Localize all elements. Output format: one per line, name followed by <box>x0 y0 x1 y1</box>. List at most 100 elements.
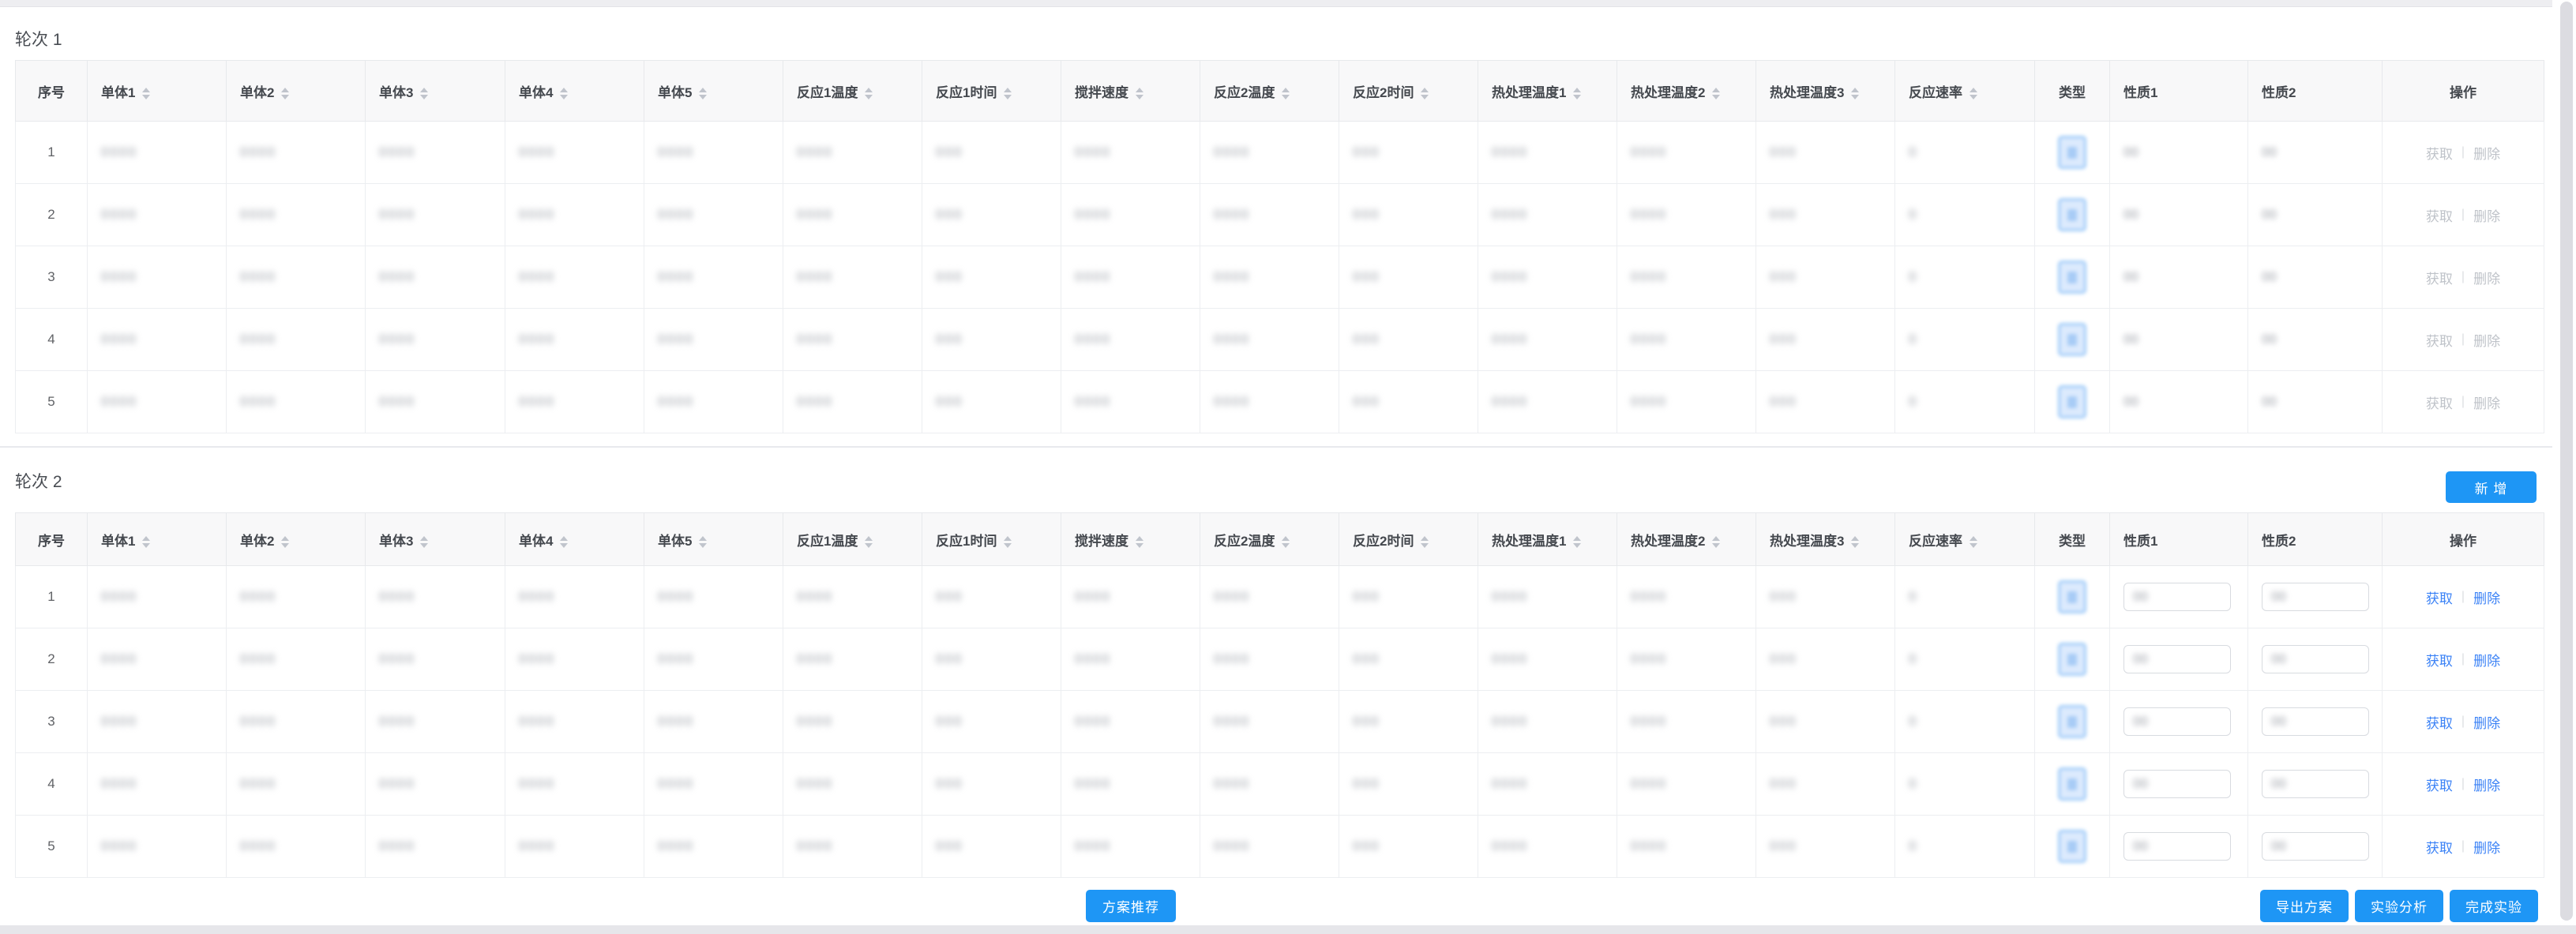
sort-ascending-icon[interactable] <box>1573 536 1581 541</box>
delete-link[interactable]: 删除 <box>2473 587 2500 607</box>
sort-descending-icon[interactable] <box>281 543 289 548</box>
sort-icons[interactable] <box>699 536 707 548</box>
sort-icons[interactable] <box>142 536 150 548</box>
sort-descending-icon[interactable] <box>142 95 150 99</box>
column-header-m2[interactable]: 单体2 <box>227 61 366 122</box>
sort-ascending-icon[interactable] <box>281 536 289 541</box>
get-link[interactable]: 获取 <box>2426 837 2453 857</box>
property-input[interactable]: 00 <box>2262 583 2369 611</box>
column-header-m4[interactable]: 单体4 <box>505 61 644 122</box>
property-input[interactable]: 00 <box>2262 645 2369 673</box>
column-header-heat2[interactable]: 热处理温度2 <box>1617 61 1756 122</box>
sort-icons[interactable] <box>281 88 289 99</box>
delete-link[interactable]: 删除 <box>2473 837 2500 857</box>
column-header-stir[interactable]: 搅拌速度 <box>1061 61 1200 122</box>
sort-icons[interactable] <box>560 536 568 548</box>
sort-ascending-icon[interactable] <box>1712 88 1720 92</box>
sort-icons[interactable] <box>1970 88 1977 99</box>
sort-ascending-icon[interactable] <box>1851 88 1859 92</box>
sort-ascending-icon[interactable] <box>1282 88 1290 92</box>
sort-descending-icon[interactable] <box>1851 543 1859 548</box>
get-link[interactable]: 获取 <box>2426 650 2453 670</box>
sort-ascending-icon[interactable] <box>1421 536 1429 541</box>
column-header-heat2[interactable]: 热处理温度2 <box>1617 513 1756 566</box>
property-input[interactable]: 00 <box>2124 707 2231 736</box>
column-header-r1time[interactable]: 反应1时间 <box>922 513 1061 566</box>
sort-icons[interactable] <box>865 88 873 99</box>
sort-ascending-icon[interactable] <box>281 88 289 92</box>
sort-descending-icon[interactable] <box>1136 95 1143 99</box>
sort-icons[interactable] <box>281 536 289 548</box>
sort-descending-icon[interactable] <box>1851 95 1859 99</box>
column-header-r1temp[interactable]: 反应1温度 <box>783 513 922 566</box>
sort-icons[interactable] <box>1712 88 1720 99</box>
sort-ascending-icon[interactable] <box>420 88 428 92</box>
sort-descending-icon[interactable] <box>1970 543 1977 548</box>
delete-link[interactable]: 删除 <box>2473 712 2500 732</box>
column-header-stir[interactable]: 搅拌速度 <box>1061 513 1200 566</box>
column-header-rate[interactable]: 反应速率 <box>1895 513 2035 566</box>
sort-ascending-icon[interactable] <box>1421 88 1429 92</box>
delete-link[interactable]: 删除 <box>2473 775 2500 794</box>
sort-ascending-icon[interactable] <box>699 88 707 92</box>
export-plan-button[interactable]: 导出方案 <box>2260 890 2349 922</box>
sort-icons[interactable] <box>1004 88 1012 99</box>
get-link[interactable]: 获取 <box>2426 712 2453 732</box>
column-header-heat1[interactable]: 热处理温度1 <box>1478 61 1617 122</box>
sort-descending-icon[interactable] <box>281 95 289 99</box>
sort-descending-icon[interactable] <box>865 95 873 99</box>
sort-icons[interactable] <box>560 88 568 99</box>
sort-descending-icon[interactable] <box>1282 95 1290 99</box>
sort-ascending-icon[interactable] <box>142 536 150 541</box>
sort-ascending-icon[interactable] <box>1970 88 1977 92</box>
sort-descending-icon[interactable] <box>1282 543 1290 548</box>
sort-icons[interactable] <box>1004 536 1012 548</box>
column-header-m1[interactable]: 单体1 <box>88 513 227 566</box>
sort-descending-icon[interactable] <box>1712 543 1720 548</box>
sort-ascending-icon[interactable] <box>1004 88 1012 92</box>
column-header-r2temp[interactable]: 反应2温度 <box>1200 61 1339 122</box>
sort-descending-icon[interactable] <box>1421 95 1429 99</box>
column-header-m5[interactable]: 单体5 <box>644 513 783 566</box>
column-header-m4[interactable]: 单体4 <box>505 513 644 566</box>
property-input[interactable]: 00 <box>2124 832 2231 861</box>
sort-ascending-icon[interactable] <box>560 88 568 92</box>
get-link[interactable]: 获取 <box>2426 775 2453 794</box>
sort-ascending-icon[interactable] <box>142 88 150 92</box>
sort-descending-icon[interactable] <box>699 95 707 99</box>
column-header-r1temp[interactable]: 反应1温度 <box>783 61 922 122</box>
sort-ascending-icon[interactable] <box>865 88 873 92</box>
sort-ascending-icon[interactable] <box>1136 88 1143 92</box>
sort-ascending-icon[interactable] <box>560 536 568 541</box>
property-input[interactable]: 00 <box>2262 770 2369 798</box>
add-row-button[interactable]: 新 增 <box>2446 471 2537 503</box>
recommend-plan-button[interactable]: 方案推荐 <box>1086 890 1176 922</box>
sort-icons[interactable] <box>1421 88 1429 99</box>
sort-icons[interactable] <box>1282 536 1290 548</box>
sort-ascending-icon[interactable] <box>1851 536 1859 541</box>
sort-icons[interactable] <box>420 88 428 99</box>
sort-ascending-icon[interactable] <box>1282 536 1290 541</box>
sort-descending-icon[interactable] <box>420 543 428 548</box>
sort-ascending-icon[interactable] <box>1712 536 1720 541</box>
sort-descending-icon[interactable] <box>1573 543 1581 548</box>
sort-icons[interactable] <box>1573 536 1581 548</box>
column-header-r2temp[interactable]: 反应2温度 <box>1200 513 1339 566</box>
sort-ascending-icon[interactable] <box>1136 536 1143 541</box>
property-input[interactable]: 00 <box>2262 707 2369 736</box>
sort-descending-icon[interactable] <box>142 543 150 548</box>
property-input[interactable]: 00 <box>2124 583 2231 611</box>
sort-descending-icon[interactable] <box>1004 543 1012 548</box>
property-input[interactable]: 00 <box>2124 770 2231 798</box>
column-header-heat3[interactable]: 热处理温度3 <box>1756 513 1895 566</box>
column-header-r1time[interactable]: 反应1时间 <box>922 61 1061 122</box>
sort-icons[interactable] <box>865 536 873 548</box>
sort-descending-icon[interactable] <box>1573 95 1581 99</box>
column-header-rate[interactable]: 反应速率 <box>1895 61 2035 122</box>
sort-ascending-icon[interactable] <box>865 536 873 541</box>
column-header-heat1[interactable]: 热处理温度1 <box>1478 513 1617 566</box>
sort-descending-icon[interactable] <box>1970 95 1977 99</box>
sort-icons[interactable] <box>1851 536 1859 548</box>
sort-icons[interactable] <box>1421 536 1429 548</box>
sort-descending-icon[interactable] <box>865 543 873 548</box>
